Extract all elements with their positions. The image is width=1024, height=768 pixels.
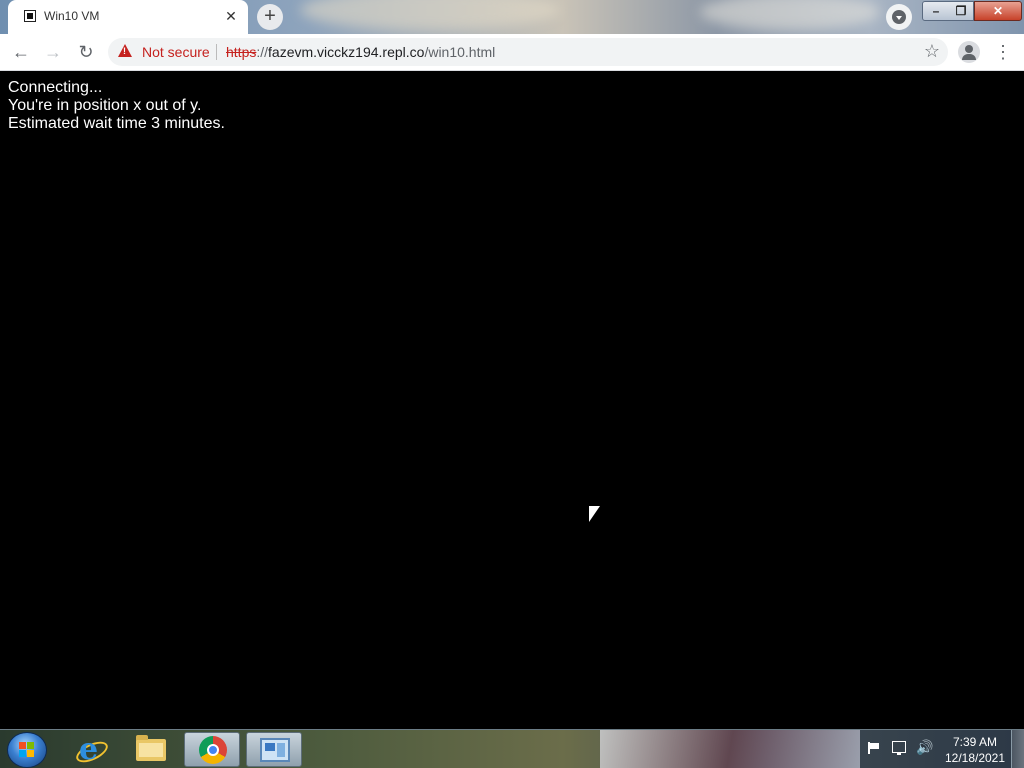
browser-tab-strip: Win10 VM ✕ + – ❐ ✕ (0, 0, 1024, 34)
tab-favicon-icon (24, 10, 36, 22)
desktop-wallpaper-glimpse (300, 0, 560, 30)
connecting-text: Connecting... (8, 79, 103, 96)
url-separator: :// (256, 44, 269, 60)
taskbar-file-explorer[interactable] (123, 732, 179, 767)
tab-title: Win10 VM (44, 9, 100, 23)
windows-taskbar: e 🔊 7:39 AM 12/18/2021 (0, 729, 1024, 768)
new-tab-button[interactable]: + (257, 4, 283, 30)
folder-icon (136, 735, 166, 761)
taskbar-remote-desktop[interactable] (246, 732, 302, 767)
taskbar-google-chrome[interactable] (184, 732, 240, 767)
chrome-icon (199, 736, 227, 764)
back-button[interactable]: ← (9, 40, 33, 64)
minimize-icon: – (932, 4, 940, 18)
window-minimize-button[interactable]: – (922, 1, 950, 21)
warning-icon[interactable] (118, 44, 132, 57)
browser-menu-button[interactable]: ⋮ (994, 40, 1012, 64)
browser-tab-active[interactable]: Win10 VM ✕ (8, 0, 248, 34)
url-host: fazevm.vicckz194.repl.co (268, 44, 425, 60)
internet-explorer-icon: e (73, 735, 111, 767)
clock-date: 12/18/2021 (944, 751, 1006, 765)
system-clock[interactable]: 7:39 AM 12/18/2021 (938, 734, 1012, 766)
bookmark-star-icon[interactable]: ☆ (924, 41, 940, 62)
mouse-pointer-icon (589, 506, 600, 522)
reload-button[interactable]: ↻ (74, 40, 98, 64)
show-desktop-button[interactable] (1011, 730, 1024, 768)
forward-button[interactable]: → (41, 40, 65, 64)
window-maximize-button[interactable]: ❐ (949, 1, 974, 21)
network-icon[interactable] (892, 741, 906, 755)
clock-time: 7:39 AM (952, 735, 998, 749)
connection-status-message: Connecting... You're in position x out o… (8, 79, 225, 133)
chevron-down-icon (896, 16, 902, 20)
desktop-wallpaper-glimpse (600, 730, 860, 768)
close-icon: ✕ (992, 4, 1004, 18)
queue-position-text: You're in position x out of y. (8, 97, 202, 114)
taskbar-internet-explorer[interactable]: e (62, 732, 118, 767)
wait-time-text: Estimated wait time 3 minutes. (8, 115, 225, 132)
start-button[interactable] (7, 732, 47, 768)
desktop-wallpaper-glimpse (700, 0, 880, 30)
address-bar-divider (216, 44, 217, 60)
url-path: /win10.html (424, 44, 496, 60)
window-close-button[interactable]: ✕ (974, 1, 1022, 21)
windows-logo-icon (19, 742, 35, 758)
tab-close-icon[interactable]: ✕ (222, 7, 240, 25)
action-center-flag-icon[interactable] (868, 742, 880, 754)
security-status-label[interactable]: Not secure (142, 44, 210, 60)
url-text[interactable]: https://fazevm.vicckz194.repl.co/win10.h… (226, 44, 495, 60)
tab-search-button[interactable] (886, 4, 912, 30)
remote-desktop-icon (260, 738, 290, 762)
browser-toolbar: ← → ↻ Not secure https://fazevm.vicckz19… (0, 34, 1024, 71)
address-bar[interactable]: Not secure https://fazevm.vicckz194.repl… (108, 38, 948, 66)
url-scheme: https (226, 44, 257, 60)
profile-avatar-button[interactable] (958, 41, 980, 63)
system-tray: 🔊 7:39 AM 12/18/2021 (862, 730, 1024, 768)
volume-icon[interactable]: 🔊 (916, 739, 933, 756)
restore-icon: ❐ (955, 4, 967, 18)
page-content: Connecting... You're in position x out o… (0, 71, 1024, 729)
